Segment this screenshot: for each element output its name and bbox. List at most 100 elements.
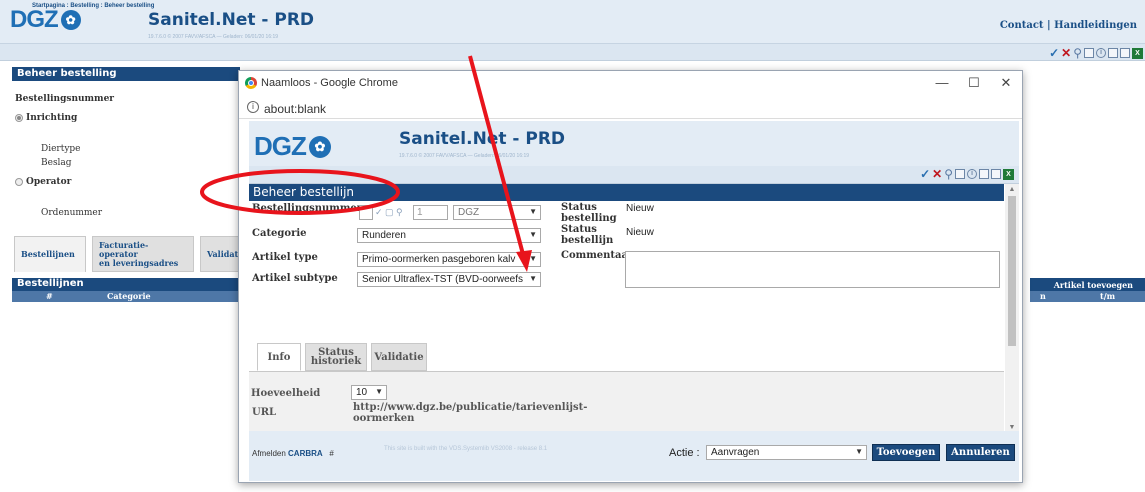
check-icon[interactable]: ✓ [1049, 46, 1059, 60]
info-icon[interactable]: i [1096, 48, 1106, 58]
popup-window: Naamloos - Google Chrome — ☐ ✕ i about:b… [238, 70, 1023, 483]
popup-toolbar: ✓ ✕ ⚲ i X [920, 167, 1014, 181]
breadcrumb[interactable]: Startpagina : Bestelling : Beheer bestel… [32, 3, 154, 9]
artikel-toevoegen-link[interactable]: Artikel toevoegen [1030, 278, 1145, 291]
hoeveelheid-select[interactable]: 10 ▼ [351, 385, 387, 400]
hoeveelheid-label: Hoeveelheid [251, 388, 321, 399]
app-version: 19.7.6.0 © 2007 FAVV/AFSCA — Geladen: 06… [399, 153, 530, 159]
window-close-icon[interactable]: ✕ [991, 73, 1021, 93]
bestellingsnummer-select[interactable]: DGZ ▼ [453, 205, 541, 220]
actie-select[interactable]: Aanvragen ▼ [706, 445, 867, 460]
right-list-header: n t/m [1030, 291, 1145, 302]
close-icon[interactable]: ✕ [932, 167, 942, 181]
app-title: Sanitel.Net - PRD [399, 129, 566, 149]
bestellingsnummer-input[interactable]: 1 [413, 205, 448, 220]
popup-footer: Afmelden CARBRA # This site is built wit… [249, 431, 1019, 481]
chevron-down-icon: ▼ [529, 230, 537, 239]
chrome-icon [245, 77, 257, 89]
document-icon[interactable] [1084, 48, 1094, 58]
window-title: Naamloos - Google Chrome [261, 77, 398, 89]
status-bestellijn-value: Nieuw [626, 227, 654, 238]
tab-validatie[interactable]: Validatie [371, 343, 427, 371]
check-icon[interactable]: ✓ [920, 167, 930, 181]
chevron-down-icon: ▼ [855, 447, 863, 456]
actie-label: Actie : [669, 447, 700, 459]
col-hash: # [46, 291, 53, 301]
section-title: Beheer bestelling [12, 67, 240, 81]
dgz-logo-icon: ✿ [60, 10, 81, 30]
toolbar: ✓ ✕ ⚲ i X [1049, 46, 1143, 60]
tab-facturatie[interactable]: Facturatie- operator en leveringsadres [92, 236, 194, 272]
bestellingsnummer-label: Bestellingsnummer [15, 94, 115, 104]
beslag-label: Beslag [41, 158, 72, 168]
bestellingsnummer-prefix-input[interactable] [359, 205, 373, 220]
radio-icon [15, 113, 23, 122]
tab-info[interactable]: Info [257, 343, 301, 371]
list-title: Bestellijnen [12, 278, 240, 291]
logo-text: DGZ [10, 6, 59, 33]
status-bestelling-value: Nieuw [626, 203, 654, 214]
chevron-down-icon: ▼ [529, 207, 537, 216]
chevron-down-icon: ▼ [529, 254, 537, 263]
tab-bestellijnen[interactable]: Bestellijnen [14, 236, 86, 272]
popup-toolbar-bar [249, 166, 1019, 184]
footer-note: This site is built with the VDS.Systemli… [384, 446, 548, 452]
app-version: 19.7.6.0 © 2007 FAVV/AFSCA — Geladen: 06… [148, 34, 279, 40]
artikel-type-label: Artikel type [252, 252, 318, 263]
artikel-type-select[interactable]: Primo-oormerken pasgeboren kalv ▼ [357, 252, 541, 267]
breadcrumb-bar [0, 44, 1145, 61]
ordenummer-label: Ordenummer [41, 208, 103, 218]
list-header: # Categorie [12, 291, 240, 302]
scroll-up-icon[interactable]: ▲ [1005, 184, 1019, 196]
artikel-subtype-select[interactable]: Senior Ultraflex-TST (BVD-oorweefs ▼ [357, 272, 541, 287]
dgz-logo[interactable]: DGZ ✿ [10, 6, 81, 34]
chevron-down-icon: ▼ [375, 387, 383, 396]
bestellingsnummer-label: Bestellingsnummer [252, 203, 363, 214]
dgz-logo[interactable]: DGZ ✿ [254, 131, 331, 162]
excel-icon[interactable]: X [1003, 168, 1014, 180]
annuleren-button[interactable]: Annuleren [946, 444, 1015, 461]
popup-header [249, 121, 1019, 166]
scroll-thumb[interactable] [1008, 196, 1016, 346]
col-tm: t/m [1100, 291, 1116, 301]
popup-content: DGZ ✿ Sanitel.Net - PRD 19.7.6.0 © 2007 … [249, 121, 1019, 481]
tab-validatie[interactable]: Validat [200, 236, 240, 272]
col-categorie: Categorie [107, 291, 151, 301]
scrollbar[interactable]: ▲ ▼ [1005, 184, 1019, 434]
header-links[interactable]: Contact | Handleidingen [1000, 20, 1137, 31]
dgz-logo-icon: ✿ [308, 135, 331, 158]
tab-status-historiek[interactable]: Status historiek [305, 343, 367, 371]
toevoegen-button[interactable]: Toevoegen [872, 444, 940, 461]
window-titlebar[interactable]: Naamloos - Google Chrome — ☐ ✕ [239, 71, 1022, 97]
operator-radio[interactable]: Operator [15, 177, 71, 187]
print-icon[interactable] [1108, 48, 1118, 58]
info-icon[interactable]: i [247, 101, 259, 113]
print-icon[interactable] [979, 169, 989, 179]
chevron-down-icon: ▼ [529, 274, 537, 283]
export-icon[interactable] [991, 169, 1001, 179]
categorie-label: Categorie [252, 228, 307, 239]
afmelden-link[interactable]: Afmelden CARBRA # [252, 449, 334, 458]
inrichting-radio[interactable]: Inrichting [15, 113, 77, 123]
address-text: about:blank [264, 102, 327, 116]
maximize-icon[interactable]: ☐ [959, 73, 989, 93]
search-icon[interactable]: ⚲ [944, 167, 953, 181]
diertype-label: Diertype [41, 144, 81, 154]
status-bestellijn-label: Status bestellijn [561, 224, 614, 246]
document-icon[interactable] [955, 169, 965, 179]
search-icon[interactable]: ⚲ [1073, 46, 1082, 60]
info-icon[interactable]: i [967, 169, 977, 179]
commentaar-textarea[interactable] [625, 251, 1000, 288]
excel-icon[interactable]: X [1132, 47, 1143, 59]
commentaar-label: Commentaar [561, 250, 634, 261]
export-icon[interactable] [1120, 48, 1130, 58]
url-label: URL [252, 407, 277, 418]
status-bestelling-label: Status bestelling [561, 202, 617, 224]
categorie-select[interactable]: Runderen ▼ [357, 228, 541, 243]
close-icon[interactable]: ✕ [1061, 46, 1071, 60]
minimize-icon[interactable]: — [927, 73, 957, 93]
url-value[interactable]: http://www.dgz.be/publicatie/tarievenlij… [353, 402, 587, 424]
app-title: Sanitel.Net - PRD [148, 10, 315, 30]
lookup-icons[interactable]: ✓ ▢ ⚲ [375, 207, 403, 218]
address-bar[interactable]: i about:blank [239, 97, 1022, 119]
